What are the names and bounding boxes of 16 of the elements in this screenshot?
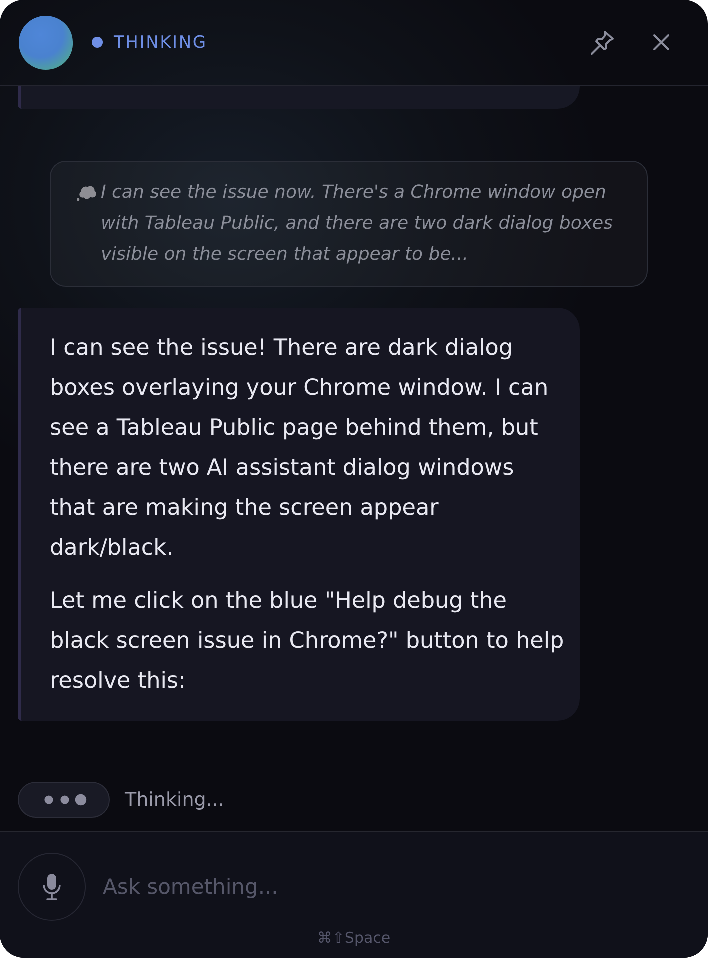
close-icon[interactable] <box>653 34 670 51</box>
status-dot-icon <box>92 37 103 48</box>
shortcut-hint: ⌘⇧Space <box>317 929 391 947</box>
pin-icon[interactable] <box>590 30 616 56</box>
message-input[interactable]: Ask something... <box>103 867 690 907</box>
microphone-icon <box>42 873 62 901</box>
orb-icon <box>18 14 74 70</box>
thinking-label: Thinking... <box>125 789 224 811</box>
message-text: Let me click on the blue "Help debug the black screen issue in Chrome?" button to help resolve this: <box>50 587 566 696</box>
thought-text: I can see the issue now. There's a Chrome window open with Tableau Public, and there are two dark dialog boxes visible on the screen that appear to be... <box>101 181 614 267</box>
composer-panel[interactable]: Ask something... ⌘⇧Space <box>0 831 708 958</box>
thought-bubble-icon <box>77 185 97 201</box>
message-text: I can see the issue! There are dark dialog boxes overlaying your Chrome window. I can see a Tableau Public page behind them, but there are two AI assistant dialog windows that are making the screen appear dark/black. <box>50 334 550 563</box>
status-label: THINKING <box>114 32 208 52</box>
typing-indicator-icon <box>18 782 110 818</box>
microphone-button[interactable] <box>18 853 86 921</box>
